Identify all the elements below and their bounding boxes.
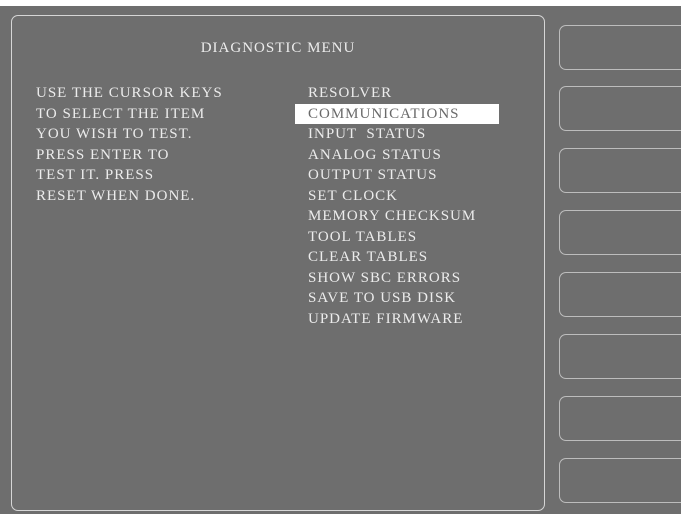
instructions-text: USE THE CURSOR KEYS TO SELECT THE ITEM Y…: [36, 83, 223, 206]
menu-item-input-status[interactable]: INPUT STATUS: [295, 124, 499, 145]
softkey-5[interactable]: [559, 272, 681, 317]
softkey-3[interactable]: [559, 148, 681, 193]
menu-item-communications[interactable]: COMMUNICATIONS: [295, 103, 499, 124]
page-title: DIAGNOSTIC MENU: [200, 40, 356, 56]
diagnostic-menu-list: RESOLVER COMMUNICATIONS INPUT STATUS ANA…: [295, 83, 499, 329]
instruction-line: TO SELECT THE ITEM: [36, 105, 206, 122]
menu-item-tool-tables[interactable]: TOOL TABLES: [295, 227, 499, 248]
menu-item-output-status[interactable]: OUTPUT STATUS: [295, 165, 499, 186]
softkey-4[interactable]: [559, 210, 681, 255]
top-border: [0, 0, 681, 6]
instruction-line: TEST IT. PRESS: [36, 167, 155, 183]
menu-item-update-firmware[interactable]: UPDATE FIRMWARE: [295, 309, 499, 330]
diagnostic-screen: DIAGNOSTIC MENU USE THE CURSOR KEYS TO S…: [0, 0, 681, 514]
softkey-2[interactable]: [559, 86, 681, 131]
menu-item-set-clock[interactable]: SET CLOCK: [295, 186, 499, 207]
main-panel: DIAGNOSTIC MENU USE THE CURSOR KEYS TO S…: [11, 15, 545, 511]
instruction-line: YOU WISH TO TEST.: [36, 126, 193, 142]
softkey-8[interactable]: [559, 458, 681, 503]
instruction-line: PRESS ENTER TO: [36, 146, 170, 163]
softkey-7[interactable]: [559, 396, 681, 441]
instruction-line: RESET WHEN DONE.: [36, 187, 196, 204]
softkey-6[interactable]: [559, 334, 681, 379]
menu-item-analog-status[interactable]: ANALOG STATUS: [295, 145, 499, 166]
menu-item-resolver[interactable]: RESOLVER: [295, 83, 499, 104]
instruction-line: USE THE CURSOR KEYS: [36, 85, 223, 101]
softkey-1[interactable]: [559, 25, 681, 70]
menu-item-save-to-usb-disk[interactable]: SAVE TO USB DISK: [295, 288, 499, 309]
menu-item-clear-tables[interactable]: CLEAR TABLES: [295, 247, 499, 268]
menu-item-show-sbc-errors[interactable]: SHOW SBC ERRORS: [295, 268, 499, 289]
menu-item-memory-checksum[interactable]: MEMORY CHECKSUM: [295, 206, 499, 227]
